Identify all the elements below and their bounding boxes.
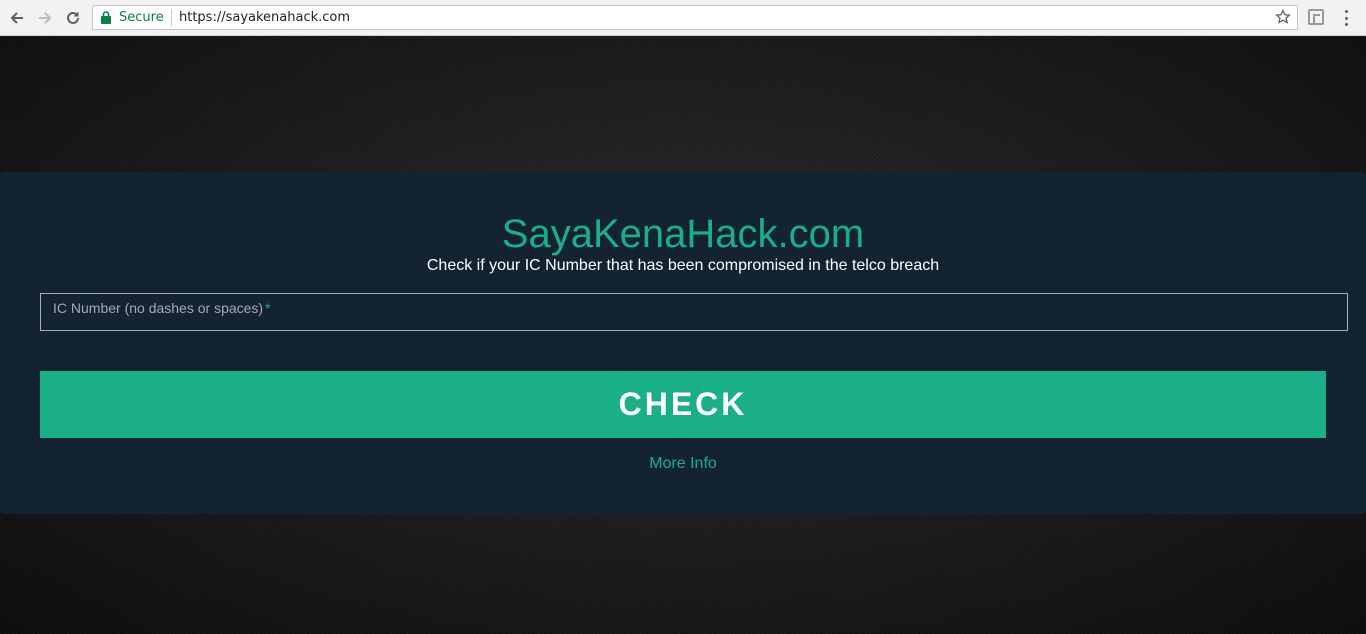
url-text[interactable]: https://sayakenahack.com <box>179 10 350 25</box>
lock-icon <box>101 11 111 24</box>
star-icon[interactable] <box>1275 9 1291 25</box>
back-icon[interactable] <box>6 7 28 29</box>
required-marker: * <box>265 300 271 316</box>
site-subtitle: Check if your IC Number that has been co… <box>426 257 940 274</box>
address-separator <box>171 9 172 26</box>
site-title: SayaKenaHack.com <box>501 212 865 256</box>
secure-label: Secure <box>119 10 164 25</box>
check-button[interactable]: CHECK <box>40 371 1326 438</box>
forward-icon[interactable] <box>34 7 56 29</box>
ic-number-label: IC Number (no dashes or spaces) * <box>53 300 271 316</box>
page-background: SayaKenaHack.com Check if your IC Number… <box>0 37 1366 634</box>
menu-icon[interactable] <box>1344 10 1348 26</box>
browser-toolbar: Secure https://sayakenahack.com <box>0 0 1366 36</box>
more-info-link[interactable]: More Info <box>0 455 1366 473</box>
ic-number-field[interactable]: IC Number (no dashes or spaces) * <box>40 293 1348 331</box>
address-bar[interactable]: Secure https://sayakenahack.com <box>92 5 1298 30</box>
check-panel: SayaKenaHack.com Check if your IC Number… <box>0 172 1366 514</box>
extension-icon[interactable] <box>1308 9 1324 25</box>
reload-icon[interactable] <box>62 7 84 29</box>
